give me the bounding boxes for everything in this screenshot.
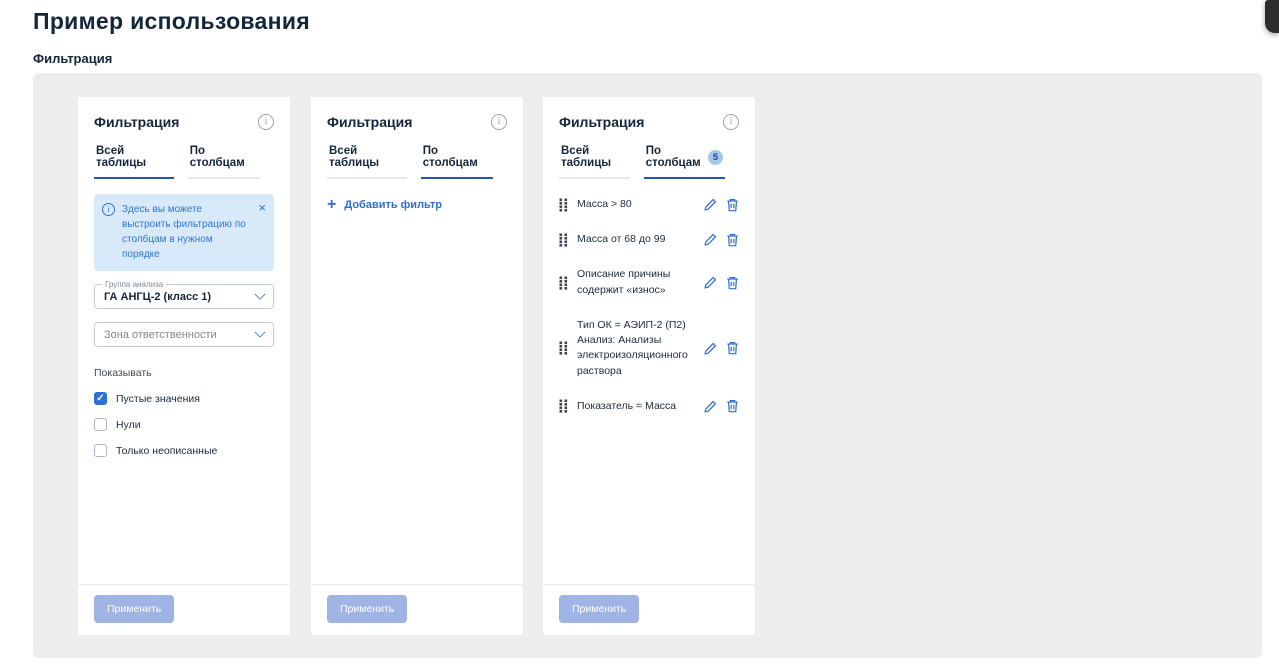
checkbox-label: Пустые значения (116, 393, 200, 405)
drag-handle-icon[interactable] (559, 276, 568, 290)
filter-row-label: Описание причины содержит «износ» (577, 267, 695, 297)
card-header: Фильтрация i (78, 97, 290, 130)
edit-icon[interactable] (704, 342, 717, 355)
filter-row-label: Масса от 68 до 99 (577, 232, 695, 247)
tab-by-columns[interactable]: По столбцам 5 (644, 145, 725, 179)
filter-row: Тип ОК = АЭИП-2 (П2) Анализ: Анализы эле… (559, 308, 739, 389)
card-title: Фильтрация (94, 114, 179, 130)
filter-panel-columns-filled: Фильтрация i Всей таблицы По столбцам 5 … (543, 97, 755, 635)
tab-label: По столбцам (423, 145, 491, 169)
plus-icon: + (327, 199, 336, 211)
edit-icon[interactable] (704, 233, 717, 246)
page-title: Пример использования (33, 8, 310, 35)
apply-button[interactable]: Применить (327, 595, 407, 623)
filter-row-label: Масса > 80 (577, 197, 695, 212)
apply-button[interactable]: Применить (559, 595, 639, 623)
filter-row: Масса > 80 (559, 187, 739, 222)
delete-icon[interactable] (726, 198, 739, 212)
checkbox-unchecked-icon[interactable] (94, 418, 107, 431)
delete-icon[interactable] (726, 399, 739, 413)
add-filter-label: Добавить фильтр (344, 199, 442, 211)
tab-whole-table[interactable]: Всей таблицы (94, 145, 174, 179)
filter-list: Масса > 80 Масса от 68 до 99 (559, 187, 739, 424)
tab-label: По столбцам (190, 145, 258, 169)
section-subtitle: Фильтрация (33, 51, 112, 66)
delete-icon[interactable] (726, 276, 739, 290)
checkbox-unchecked-icon[interactable] (94, 444, 107, 457)
drag-handle-icon[interactable] (559, 399, 568, 413)
checkbox-checked-icon[interactable]: ✓ (94, 392, 107, 405)
card-body: i Здесь вы можете выстроить фильтрацию п… (78, 179, 290, 584)
filter-row: Показатель = Масса (559, 389, 739, 424)
select-placeholder: Зона ответственности (104, 329, 217, 341)
info-icon[interactable]: i (723, 114, 739, 130)
tab-bar: Всей таблицы По столбцам (78, 145, 290, 179)
tab-whole-table[interactable]: Всей таблицы (559, 145, 630, 179)
card-title: Фильтрация (327, 114, 412, 130)
card-title: Фильтрация (559, 114, 644, 130)
checkbox-empty-values[interactable]: ✓ Пустые значения (94, 392, 274, 405)
drag-handle-icon[interactable] (559, 233, 568, 247)
info-icon: i (102, 203, 115, 216)
analysis-group-select[interactable]: Группа анализа ГА АНГЦ-2 (класс 1) (94, 284, 274, 309)
select-value: ГА АНГЦ-2 (класс 1) (104, 291, 211, 303)
checkbox-undescribed-only[interactable]: Только неописанные (94, 444, 274, 457)
tab-whole-table[interactable]: Всей таблицы (327, 145, 407, 179)
add-filter-button[interactable]: + Добавить фильтр (327, 199, 442, 211)
tab-by-columns[interactable]: По столбцам (421, 145, 493, 179)
hint-alert: i Здесь вы можете выстроить фильтрацию п… (94, 194, 274, 271)
card-header: Фильтрация i (311, 97, 523, 130)
chevron-down-icon (254, 326, 265, 337)
filter-panel-table-wide: Фильтрация i Всей таблицы По столбцам i … (78, 97, 290, 635)
delete-icon[interactable] (726, 341, 739, 355)
filter-row: Описание причины содержит «износ» (559, 257, 739, 307)
tab-bar: Всей таблицы По столбцам (311, 145, 523, 179)
edit-icon[interactable] (704, 198, 717, 211)
tab-label: Всей таблицы (96, 145, 172, 169)
tab-label: Всей таблицы (561, 145, 628, 169)
checkbox-label: Только неописанные (116, 445, 217, 457)
show-group-label: Показывать (94, 367, 274, 379)
filter-row-label: Показатель = Масса (577, 399, 695, 414)
info-icon[interactable]: i (491, 114, 507, 130)
filter-row: Масса от 68 до 99 (559, 222, 739, 257)
tab-by-columns[interactable]: По столбцам (188, 145, 260, 179)
checkbox-label: Нули (116, 419, 141, 431)
card-body: + Добавить фильтр (311, 179, 523, 584)
card-body: Масса > 80 Масса от 68 до 99 (543, 179, 755, 584)
hint-alert-text: Здесь вы можете выстроить фильтрацию по … (122, 202, 251, 262)
floating-corner-widget[interactable] (1265, 0, 1279, 33)
close-icon[interactable]: × (258, 202, 266, 262)
filter-panel-columns-empty: Фильтрация i Всей таблицы По столбцам + … (311, 97, 523, 635)
edit-icon[interactable] (704, 276, 717, 289)
card-footer: Применить (543, 584, 755, 635)
tab-label: По столбцам (646, 145, 702, 169)
responsibility-zone-select[interactable]: Зона ответственности (94, 322, 274, 347)
card-footer: Применить (78, 584, 290, 635)
info-icon[interactable]: i (258, 114, 274, 130)
card-header: Фильтрация i (543, 97, 755, 130)
drag-handle-icon[interactable] (559, 198, 568, 212)
drag-handle-icon[interactable] (559, 341, 568, 355)
check-icon: ✓ (96, 394, 104, 404)
filter-count-badge: 5 (708, 150, 723, 165)
card-footer: Применить (311, 584, 523, 635)
example-canvas: Фильтрация i Всей таблицы По столбцам i … (33, 73, 1262, 658)
select-floating-label: Группа анализа (102, 280, 166, 289)
edit-icon[interactable] (704, 400, 717, 413)
tab-label: Всей таблицы (329, 145, 405, 169)
tab-bar: Всей таблицы По столбцам 5 (543, 145, 755, 179)
apply-button[interactable]: Применить (94, 595, 174, 623)
chevron-down-icon (254, 288, 265, 299)
delete-icon[interactable] (726, 233, 739, 247)
checkbox-zeros[interactable]: Нули (94, 418, 274, 431)
filter-row-label: Тип ОК = АЭИП-2 (П2) Анализ: Анализы эле… (577, 318, 695, 379)
